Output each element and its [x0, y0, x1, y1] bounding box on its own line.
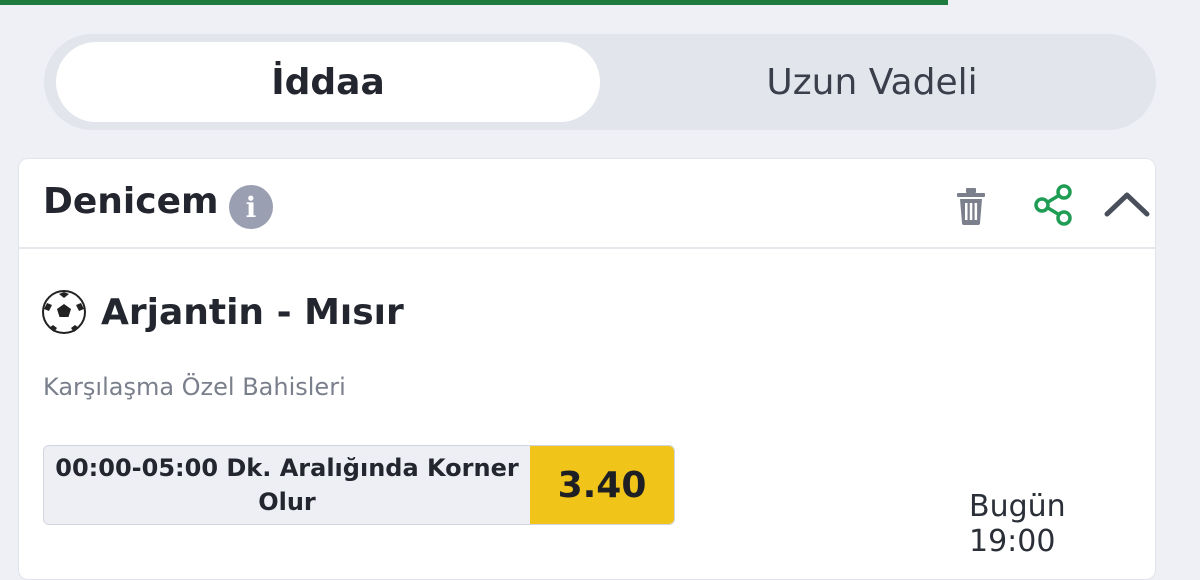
- trash-icon[interactable]: [947, 181, 995, 229]
- match-title: Arjantin - Mısır: [101, 291, 404, 333]
- market-category: Karşılaşma Özel Bahisleri: [43, 373, 346, 401]
- bet-description: 00:00-05:00 Dk. Aralığında Korner Olur: [44, 446, 530, 524]
- coupon-title: Denicem: [43, 181, 219, 222]
- coupon-card: Denicem i Arjantin - Mısır Karşılaşma Öz…: [18, 158, 1156, 580]
- odds-badge[interactable]: 3.40: [530, 446, 674, 524]
- match-row: Arjantin - Mısır: [41, 289, 404, 335]
- loading-progress-fill: [0, 0, 948, 5]
- tab-uzun-vadeli[interactable]: Uzun Vadeli: [600, 42, 1144, 122]
- coupon-header: Denicem i: [19, 159, 1155, 249]
- tab-iddaa[interactable]: İddaa: [56, 42, 600, 122]
- bet-selection[interactable]: 00:00-05:00 Dk. Aralığında Korner Olur 3…: [43, 445, 675, 525]
- bet-type-segmented-control: İddaa Uzun Vadeli: [44, 34, 1156, 130]
- soccer-ball-icon: [42, 290, 86, 334]
- loading-progress-bar: [0, 0, 1200, 5]
- match-time: Bugün 19:00: [969, 489, 1066, 559]
- share-icon[interactable]: [1029, 181, 1077, 229]
- chevron-up-icon[interactable]: [1103, 181, 1151, 229]
- info-icon[interactable]: i: [229, 185, 273, 229]
